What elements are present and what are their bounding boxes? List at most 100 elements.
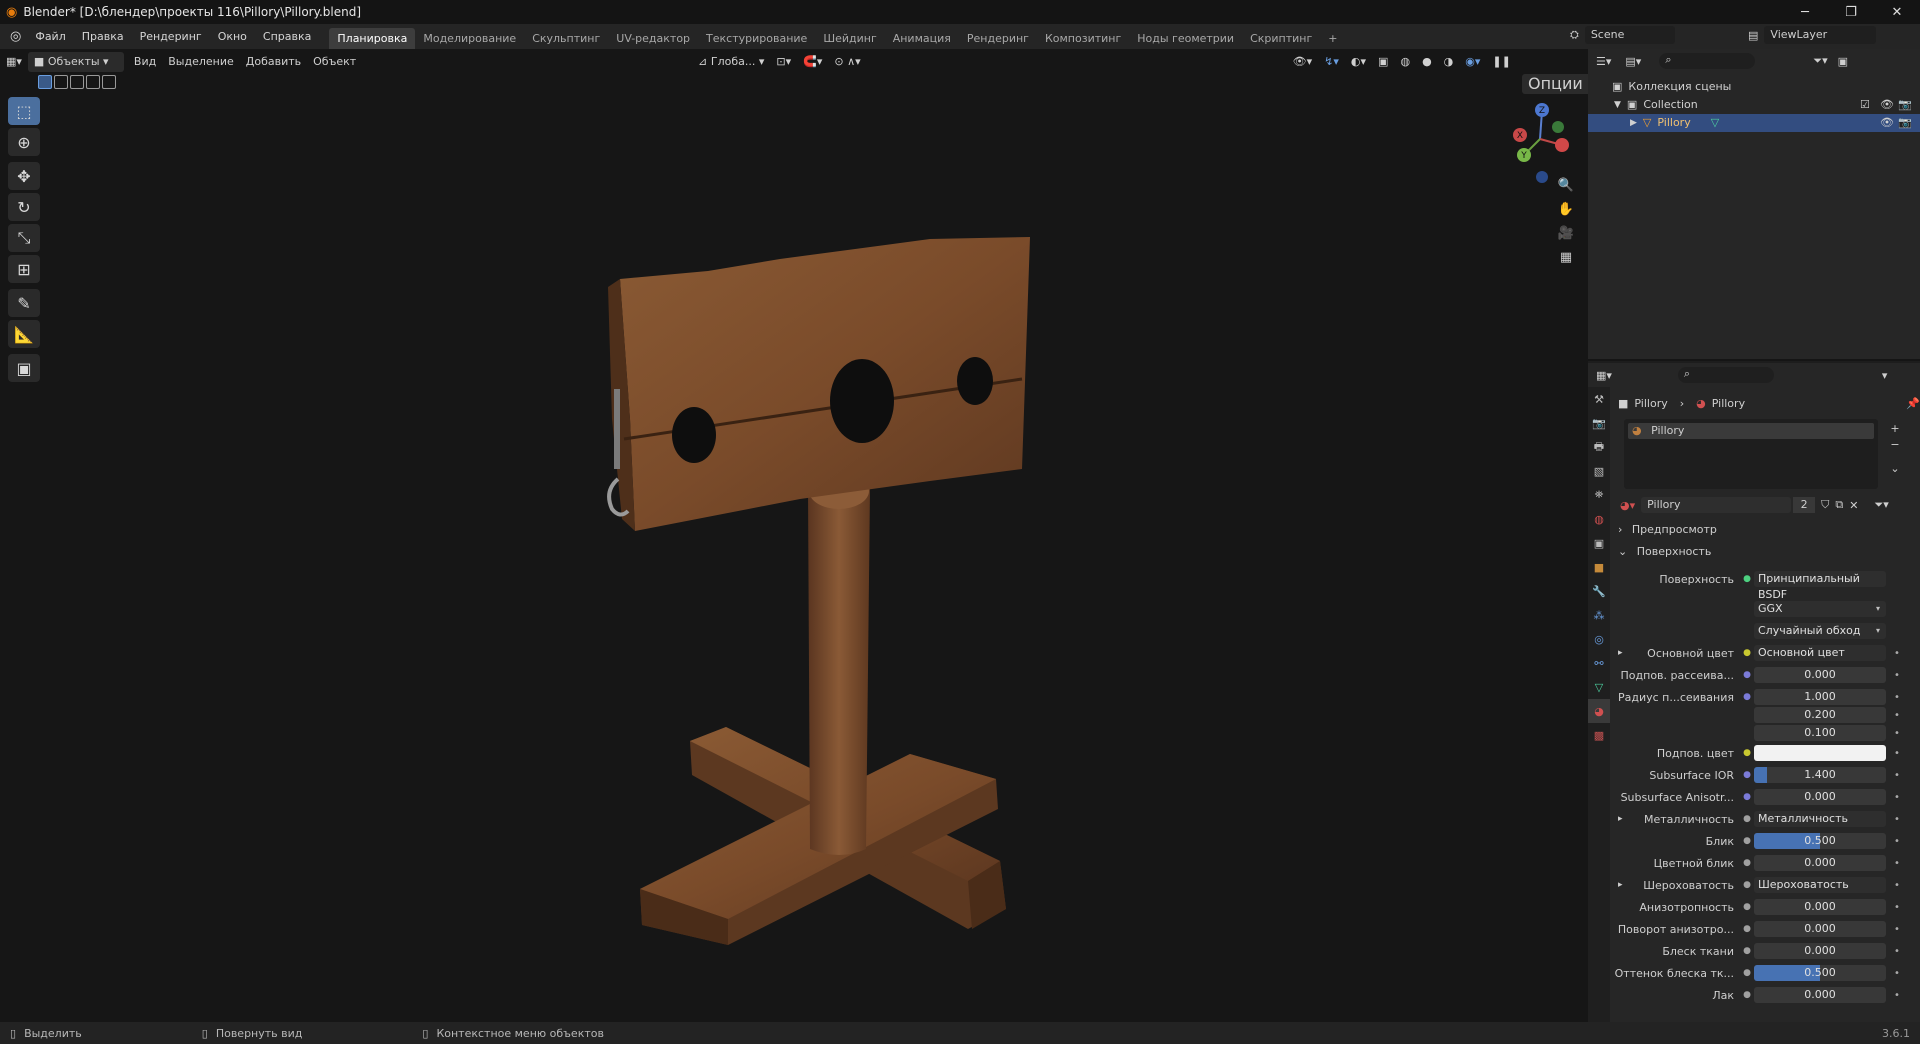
tab-scripting[interactable]: Скриптинг bbox=[1242, 28, 1320, 49]
menu-help[interactable]: Справка bbox=[255, 27, 319, 47]
subsurface-method-dropdown[interactable]: Случайный обход ▾ bbox=[1754, 623, 1886, 639]
options-button[interactable]: Опции ▾ bbox=[1522, 74, 1588, 94]
bsdf-value-field[interactable]: 0.500 bbox=[1754, 965, 1886, 981]
add-workspace-button[interactable]: + bbox=[1320, 28, 1345, 49]
browse-material-icon[interactable]: ◕▾ bbox=[1620, 499, 1635, 512]
outliner[interactable]: ☰▾ ▤▾ ⌕ ⏷▾ ▣ ▣ Коллекция сцены ▼ ▣ Colle… bbox=[1588, 49, 1920, 361]
fake-user-icon[interactable]: ⛉ bbox=[1821, 498, 1829, 512]
properties-editor-icon[interactable]: ▦▾ bbox=[1596, 369, 1612, 382]
outliner-search-input[interactable]: ⌕ bbox=[1659, 53, 1756, 69]
bsdf-value-field[interactable]: 0.000 bbox=[1754, 855, 1886, 871]
tab-uv-editing[interactable]: UV-редактор bbox=[608, 28, 698, 49]
keyframe-dot-icon[interactable]: • bbox=[1894, 710, 1900, 721]
object-tab-icon[interactable]: ■ bbox=[1588, 555, 1610, 579]
physics-tab-icon[interactable]: ◎ bbox=[1588, 627, 1610, 651]
bsdf-value-field[interactable]: 0.000 bbox=[1754, 899, 1886, 915]
zoom-icon[interactable]: 🔍 bbox=[1554, 173, 1578, 197]
outliner-editor-icon[interactable]: ☰▾ bbox=[1596, 55, 1611, 68]
camera-icon[interactable]: 🎥 bbox=[1554, 221, 1578, 245]
minimize-button[interactable]: ─ bbox=[1782, 0, 1828, 24]
pivot-icon[interactable]: ⊡▾ bbox=[770, 52, 797, 72]
cursor-tool-icon[interactable]: ⊕ bbox=[8, 128, 40, 156]
maximize-button[interactable]: ❐ bbox=[1828, 0, 1874, 24]
collapse-arrow-icon[interactable]: ▼ bbox=[1614, 96, 1621, 114]
shading-material-icon[interactable]: ◑ bbox=[1438, 52, 1460, 72]
bsdf-value-field[interactable]: 0.000 bbox=[1754, 667, 1886, 683]
bsdf-value-field[interactable]: 0.100 bbox=[1754, 725, 1886, 741]
keyframe-dot-icon[interactable]: • bbox=[1894, 792, 1900, 803]
keyframe-dot-icon[interactable]: • bbox=[1894, 748, 1900, 759]
shading-solid-icon[interactable]: ● bbox=[1416, 52, 1438, 72]
constraints-tab-icon[interactable]: ⚯ bbox=[1588, 651, 1610, 675]
keyframe-dot-icon[interactable]: • bbox=[1894, 946, 1900, 957]
scene-selector[interactable]: ⛭ Scene bbox=[1570, 26, 1675, 44]
pan-hand-icon[interactable]: ✋ bbox=[1554, 197, 1578, 221]
tool-tab-icon[interactable]: ⚒ bbox=[1588, 387, 1610, 411]
menu-view[interactable]: Вид bbox=[128, 52, 162, 72]
visibility-icon[interactable]: 👁▾ bbox=[1287, 52, 1319, 72]
tab-layout[interactable]: Планировка bbox=[329, 28, 416, 49]
properties-options-icon[interactable]: ▾ bbox=[1882, 369, 1888, 382]
distribution-dropdown[interactable]: GGX ▾ bbox=[1754, 601, 1886, 617]
tab-texture-paint[interactable]: Текстурирование bbox=[698, 28, 815, 49]
bsdf-value-field[interactable]: 0.000 bbox=[1754, 789, 1886, 805]
overlays-icon[interactable]: ◐▾ bbox=[1345, 52, 1372, 72]
viewlayer-selector[interactable]: ▤ ViewLayer bbox=[1748, 26, 1877, 44]
scene-name[interactable]: Scene bbox=[1584, 26, 1675, 44]
keyframe-dot-icon[interactable]: • bbox=[1894, 968, 1900, 979]
keyframe-dot-icon[interactable]: • bbox=[1894, 648, 1900, 659]
expand-input-arrow-icon[interactable]: ▸ bbox=[1618, 880, 1623, 890]
bsdf-value-field[interactable]: 0.000 bbox=[1754, 987, 1886, 1003]
material-tab-icon[interactable]: ◕ bbox=[1588, 699, 1610, 723]
material-slot-list[interactable]: ◕ Pillory bbox=[1624, 419, 1878, 489]
render-tab-icon[interactable]: 📷 bbox=[1588, 411, 1610, 435]
bsdf-value-field[interactable]: 0.000 bbox=[1754, 921, 1886, 937]
bsdf-value-field[interactable]: 0.500 bbox=[1754, 833, 1886, 849]
keyframe-dot-icon[interactable]: • bbox=[1894, 770, 1900, 781]
shading-wireframe-icon[interactable]: ◍ bbox=[1394, 52, 1416, 72]
slot-menu-icon[interactable]: ⌄ bbox=[1888, 461, 1902, 477]
properties-search-input[interactable]: ⌕ bbox=[1677, 367, 1774, 383]
menu-add[interactable]: Добавить bbox=[240, 52, 307, 72]
new-collection-icon[interactable]: ▣ bbox=[1838, 55, 1848, 68]
keyframe-dot-icon[interactable]: • bbox=[1894, 670, 1900, 681]
menu-render[interactable]: Рендеринг bbox=[132, 27, 210, 47]
menu-edit[interactable]: Правка bbox=[74, 27, 132, 47]
tab-compositing[interactable]: Композитинг bbox=[1037, 28, 1129, 49]
remove-slot-button[interactable]: − bbox=[1888, 437, 1902, 453]
expand-input-arrow-icon[interactable]: ▸ bbox=[1618, 814, 1623, 824]
transform-tool-icon[interactable]: ⊞ bbox=[8, 255, 40, 283]
tab-sculpting[interactable]: Скульптинг bbox=[524, 28, 608, 49]
tab-rendering[interactable]: Рендеринг bbox=[959, 28, 1037, 49]
keyframe-dot-icon[interactable]: • bbox=[1894, 858, 1900, 869]
keyframe-dot-icon[interactable]: • bbox=[1894, 902, 1900, 913]
bsdf-link-field[interactable]: Основной цвет bbox=[1754, 645, 1886, 661]
editor-type-button[interactable]: ▦▾ bbox=[0, 52, 28, 72]
filter-icon[interactable]: ⏷▾ bbox=[1813, 54, 1827, 68]
output-tab-icon[interactable]: 🖶 bbox=[1588, 435, 1610, 459]
collection-tab-icon[interactable]: ▣ bbox=[1588, 531, 1610, 555]
expand-arrow-icon[interactable]: ▶ bbox=[1630, 114, 1637, 132]
grid-perspective-icon[interactable]: ▦ bbox=[1554, 245, 1578, 269]
outliner-row-scene-collection[interactable]: ▣ Коллекция сцены bbox=[1588, 78, 1920, 96]
subsurface-color-swatch[interactable] bbox=[1754, 745, 1886, 761]
bsdf-value-field[interactable]: 0.200 bbox=[1754, 707, 1886, 723]
menu-select[interactable]: Выделение bbox=[162, 52, 240, 72]
bsdf-value-field[interactable]: 1.400 bbox=[1754, 767, 1886, 783]
transform-orientation[interactable]: ⊿ Глоба... ▾ bbox=[692, 52, 770, 72]
scene-tab-icon[interactable]: ⛯ bbox=[1588, 483, 1610, 507]
proportional-edit-icon[interactable]: ⊙ ∧▾ bbox=[828, 52, 866, 72]
particles-tab-icon[interactable]: ⁂ bbox=[1588, 603, 1610, 627]
xray-icon[interactable]: ▣ bbox=[1372, 52, 1394, 72]
add-slot-button[interactable]: + bbox=[1888, 421, 1902, 437]
bsdf-value-field[interactable]: 1.000 bbox=[1754, 689, 1886, 705]
surface-panel-header[interactable]: ⌄ Поверхность bbox=[1618, 543, 1916, 561]
data-tab-icon[interactable]: ▽ bbox=[1588, 675, 1610, 699]
close-button[interactable]: ✕ bbox=[1874, 0, 1920, 24]
pillory-model[interactable] bbox=[600, 219, 1040, 1019]
exclude-checkbox-icon[interactable]: ☑ bbox=[1860, 96, 1870, 114]
properties-editor[interactable]: ▦▾ ⌕ ▾ ⚒ 📷 🖶 ▧ ⛯ ◍ ▣ ■ 🔧 ⁂ ◎ ⚯ ▽ ◕ ▩ ■ P… bbox=[1588, 363, 1920, 1022]
duplicate-material-icon[interactable]: ⧉ bbox=[1835, 498, 1843, 512]
select-extend-icon[interactable] bbox=[54, 75, 68, 89]
menu-file[interactable]: Файл bbox=[27, 27, 73, 47]
